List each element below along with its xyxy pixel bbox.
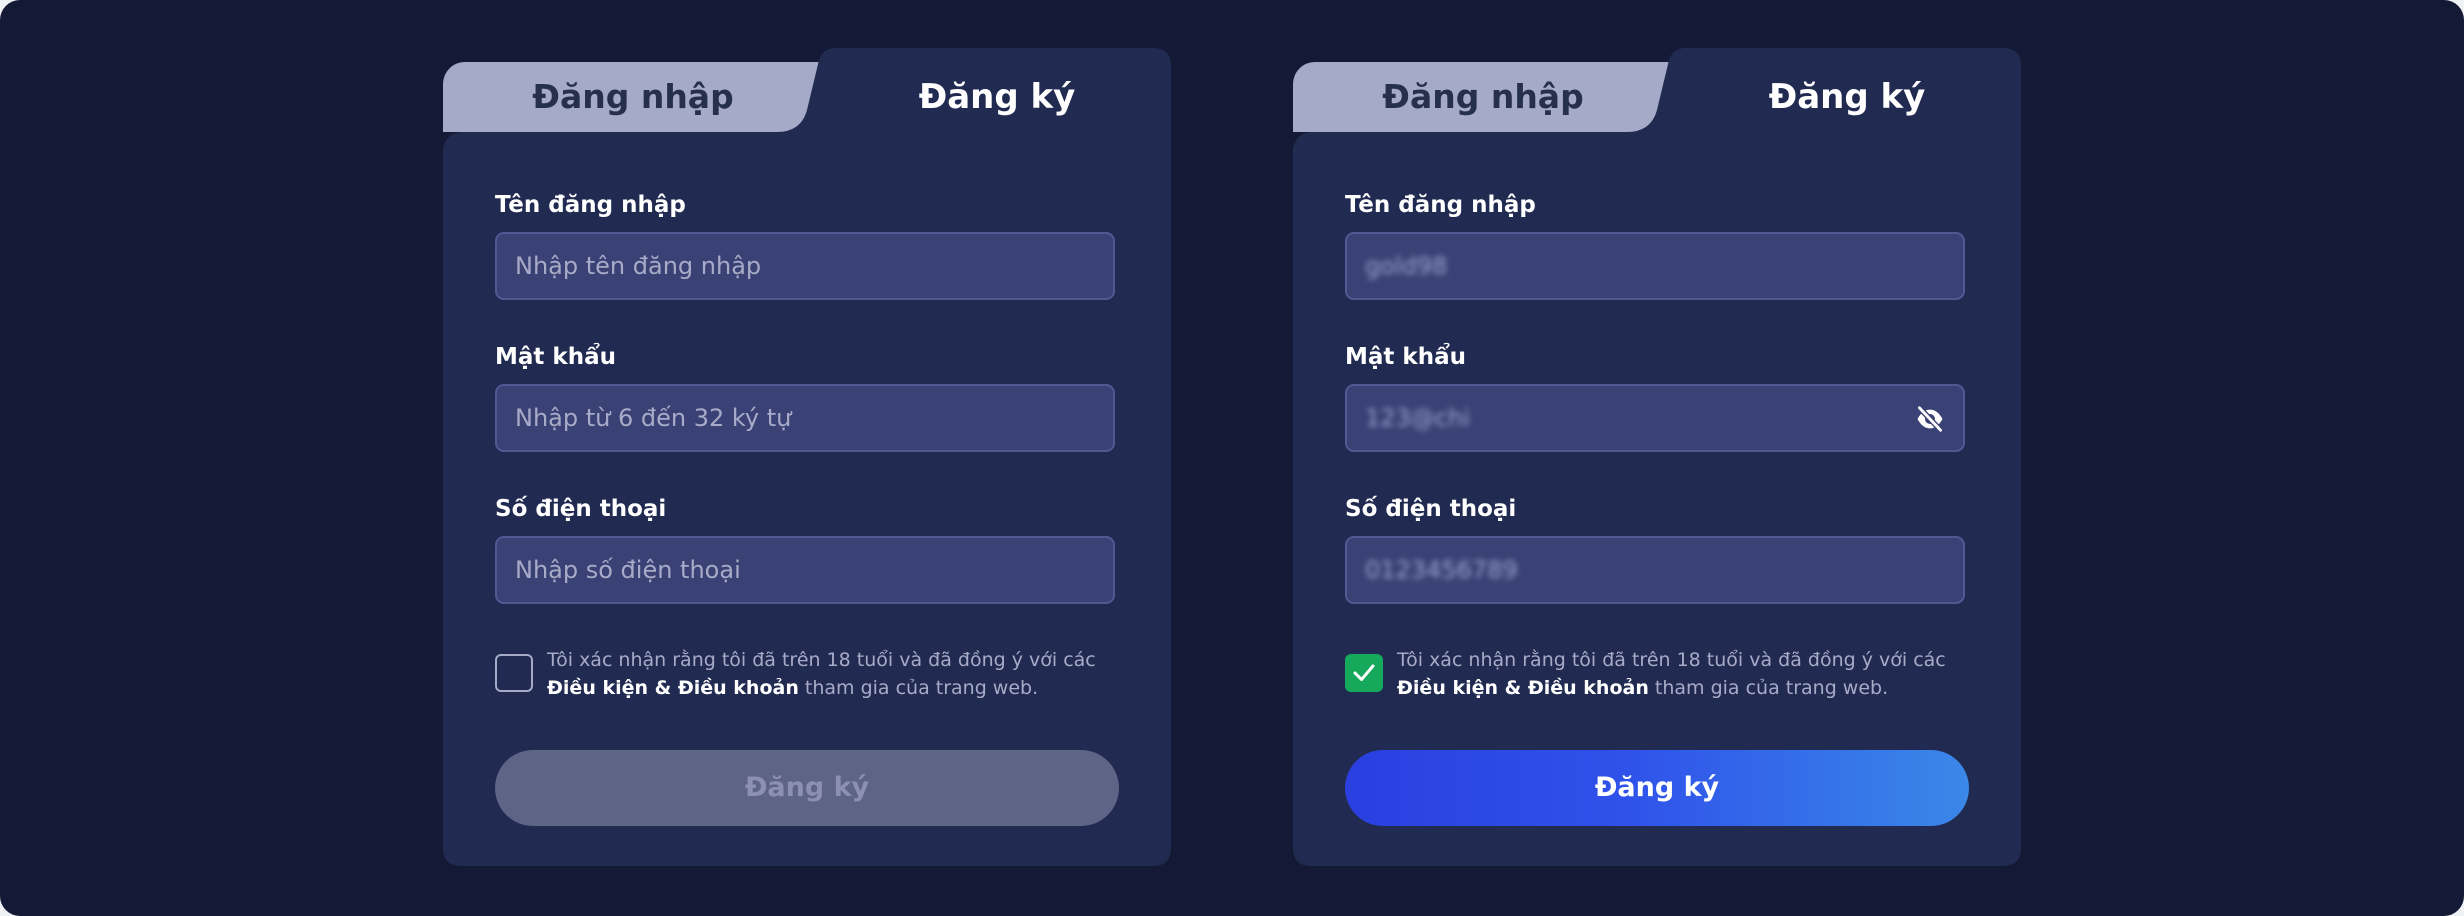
terms-checkbox[interactable]	[1345, 654, 1383, 692]
register-panel: Đăng ký Tên đăng nhập gold98 Mật khẩu 12…	[1293, 48, 2021, 866]
terms-text: Tôi xác nhận rằng tôi đã trên 18 tuổi và…	[547, 646, 1107, 702]
password-placeholder: Nhập từ 6 đến 32 ký tự	[515, 404, 792, 432]
terms-link[interactable]: Điều kiện & Điều khoản	[1397, 677, 1649, 699]
password-input[interactable]: 123@chi	[1345, 384, 1965, 452]
username-input[interactable]: Nhập tên đăng nhập	[495, 232, 1115, 300]
panel-shape	[1293, 48, 2021, 866]
terms-text-before: Tôi xác nhận rằng tôi đã trên 18 tuổi và…	[547, 649, 1096, 671]
terms-checkbox[interactable]	[495, 654, 533, 692]
register-panel: Đăng ký Tên đăng nhập Nhập tên đăng nhập…	[443, 48, 1171, 866]
phone-input[interactable]: 0123456789	[1345, 536, 1965, 604]
phone-value: 0123456789	[1365, 556, 1518, 584]
terms-text-after: tham gia của trang web.	[1648, 677, 1889, 699]
eye-slash-icon[interactable]	[1915, 404, 1945, 434]
register-button[interactable]: Đăng ký	[1345, 750, 1969, 826]
password-label: Mật khẩu	[495, 344, 616, 370]
terms-text-after: tham gia của trang web.	[798, 677, 1039, 699]
checkmark-icon	[1353, 664, 1375, 681]
register-button[interactable]: Đăng ký	[495, 750, 1119, 826]
tab-register[interactable]: Đăng ký	[1673, 62, 2021, 132]
register-form-empty: Đăng nhập Đăng ký Tên đăng nhập Nhập tên…	[443, 48, 1171, 866]
username-label: Tên đăng nhập	[495, 192, 686, 218]
phone-label: Số điện thoại	[1345, 496, 1517, 522]
username-value: gold98	[1365, 252, 1448, 280]
terms-text-before: Tôi xác nhận rằng tôi đã trên 18 tuổi và…	[1397, 649, 1946, 671]
username-label: Tên đăng nhập	[1345, 192, 1536, 218]
page-background: Đăng nhập Đăng ký Tên đăng nhập Nhập tên…	[0, 0, 2464, 916]
tab-register[interactable]: Đăng ký	[823, 62, 1171, 132]
terms-link[interactable]: Điều kiện & Điều khoản	[547, 677, 799, 699]
phone-input[interactable]: Nhập số điện thoại	[495, 536, 1115, 604]
phone-label: Số điện thoại	[495, 496, 667, 522]
register-form-filled: Đăng nhập Đăng ký Tên đăng nhập gold98 M…	[1293, 48, 2021, 866]
password-label: Mật khẩu	[1345, 344, 1466, 370]
panel-shape	[443, 48, 1171, 866]
phone-placeholder: Nhập số điện thoại	[515, 556, 741, 584]
password-input[interactable]: Nhập từ 6 đến 32 ký tự	[495, 384, 1115, 452]
username-input[interactable]: gold98	[1345, 232, 1965, 300]
terms-text: Tôi xác nhận rằng tôi đã trên 18 tuổi và…	[1397, 646, 1957, 702]
password-value: 123@chi	[1365, 404, 1470, 432]
username-placeholder: Nhập tên đăng nhập	[515, 252, 762, 280]
